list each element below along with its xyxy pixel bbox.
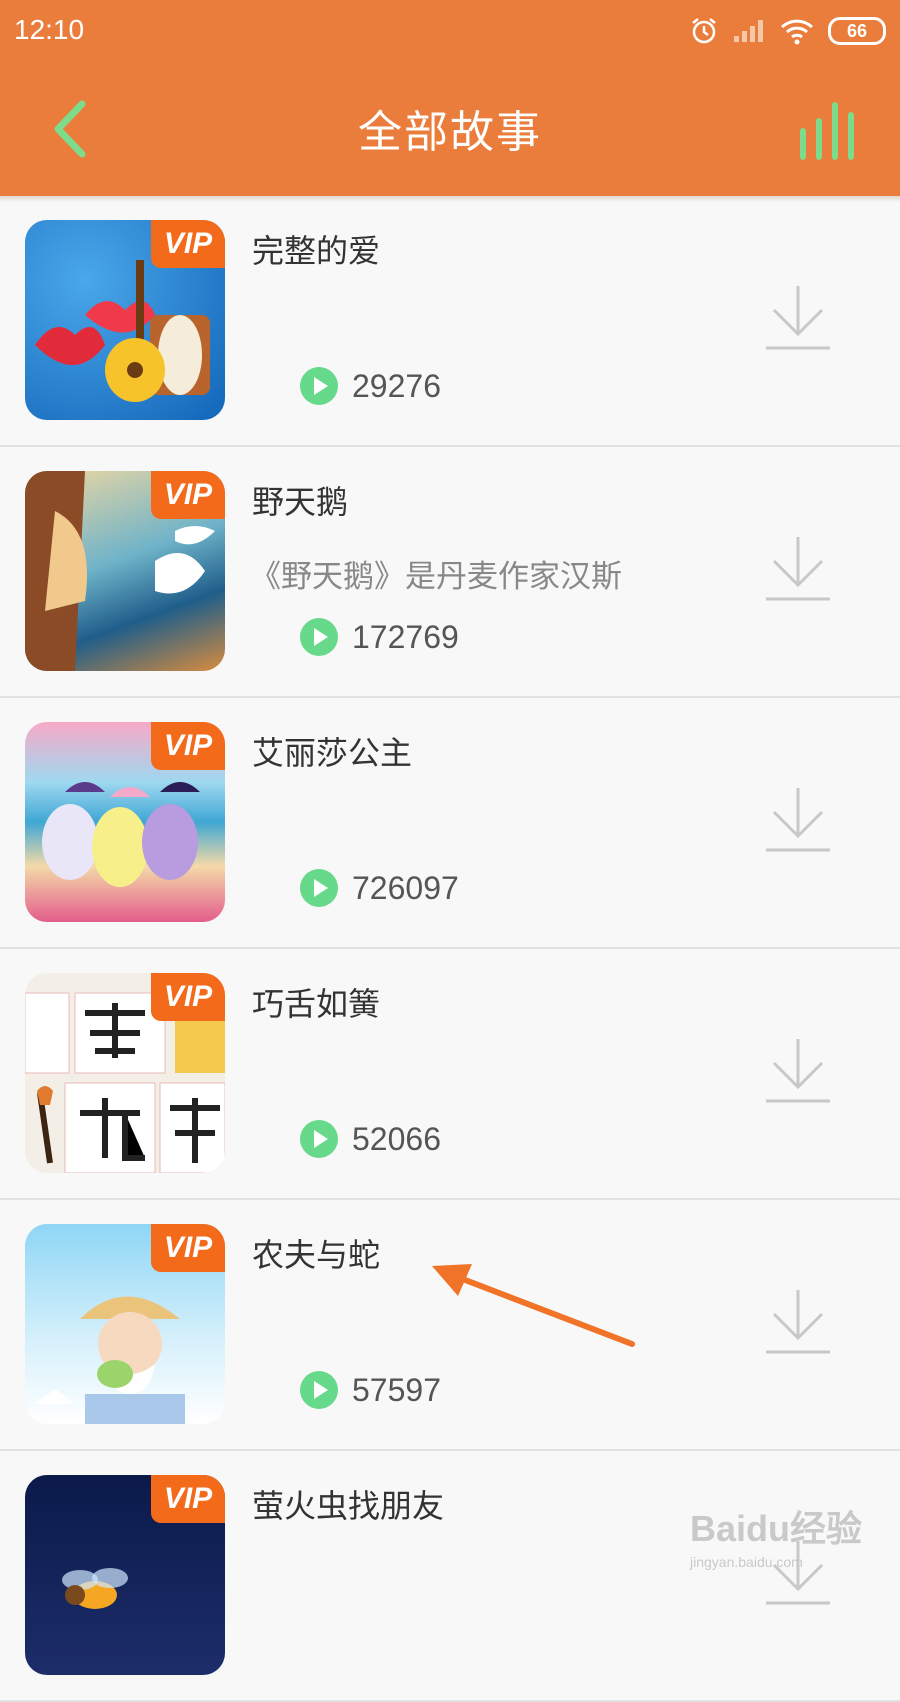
story-title: 农夫与蛇 [252,1236,381,1274]
play-icon[interactable] [300,869,338,907]
play-icon[interactable] [300,1371,338,1409]
play-count: 29276 [352,367,441,404]
page-title: 全部故事 [358,107,542,158]
download-button[interactable] [764,786,832,856]
status-icons: 66 [690,14,886,48]
download-icon [766,1039,830,1103]
download-button[interactable] [764,284,832,354]
play-stat: 29276 [300,366,441,406]
download-icon [766,537,830,601]
nav-bar: 全部故事 [0,64,900,196]
play-count: 52066 [352,1120,441,1157]
story-title: 巧舌如簧 [252,985,381,1023]
download-button[interactable] [764,535,832,605]
story-item[interactable]: VIP 完整的爱 29276 [0,196,900,447]
status-time: 12:10 [14,14,85,45]
story-item[interactable]: VIP 野天鹅 《野天鹅》是丹麦作家汉斯 172769 [0,447,900,698]
play-stat: 726097 [300,868,459,908]
download-icon [766,788,830,852]
battery-indicator: 66 [828,17,886,45]
play-count: 172769 [352,618,459,655]
equalizer-icon [800,102,854,160]
signal-icon [734,20,763,42]
story-list: VIP 完整的爱 29276 VIP 野天鹅 《野天鹅》是丹麦作家汉斯 1727… [0,196,900,1702]
story-cover: VIP [25,973,225,1173]
story-title: 野天鹅 [252,483,349,521]
play-count: 57597 [352,1371,441,1408]
vip-badge: VIP [151,973,225,1021]
play-icon[interactable] [300,367,338,405]
vip-badge: VIP [151,1475,225,1523]
header-shadow [0,196,900,202]
status-bar: 12:10 66 [0,0,900,64]
vip-badge: VIP [151,722,225,770]
download-button[interactable] [764,1288,832,1358]
vip-badge: VIP [151,220,225,268]
story-cover: VIP [25,722,225,922]
story-title: 艾丽莎公主 [252,734,413,772]
story-cover: VIP [25,471,225,671]
watermark-url: jingyan.baidu.com [690,1554,803,1570]
story-title: 完整的爱 [252,232,381,270]
story-cover: VIP [25,1224,225,1424]
story-item[interactable]: VIP 萤火虫找朋友 [0,1451,900,1702]
play-icon[interactable] [300,1120,338,1158]
watermark: Baidu经验 jingyan.baidu.com [690,1500,862,1570]
story-item[interactable]: VIP 巧舌如簧 52066 [0,949,900,1200]
play-stat: 172769 [300,617,459,657]
download-button[interactable] [764,1037,832,1107]
play-stat: 57597 [300,1370,441,1410]
play-stat: 52066 [300,1119,441,1159]
watermark-brand: Baidu经验 [690,1508,863,1549]
story-description: 《野天鹅》是丹麦作家汉斯 [250,559,622,595]
top-bar: 12:10 66 全部故事 [0,0,900,196]
play-icon[interactable] [300,618,338,656]
vip-badge: VIP [151,1224,225,1272]
story-cover: VIP [25,1475,225,1675]
story-title: 萤火虫找朋友 [252,1487,445,1525]
download-icon [766,286,830,350]
story-item[interactable]: VIP 艾丽莎公主 726097 [0,698,900,949]
vip-badge: VIP [151,471,225,519]
wifi-icon [780,19,814,45]
play-count: 726097 [352,869,459,906]
now-playing-button[interactable] [798,100,864,160]
story-cover: VIP [25,220,225,420]
alarm-icon [692,18,716,44]
story-item[interactable]: VIP 农夫与蛇 57597 [0,1200,900,1451]
download-icon [766,1290,830,1354]
